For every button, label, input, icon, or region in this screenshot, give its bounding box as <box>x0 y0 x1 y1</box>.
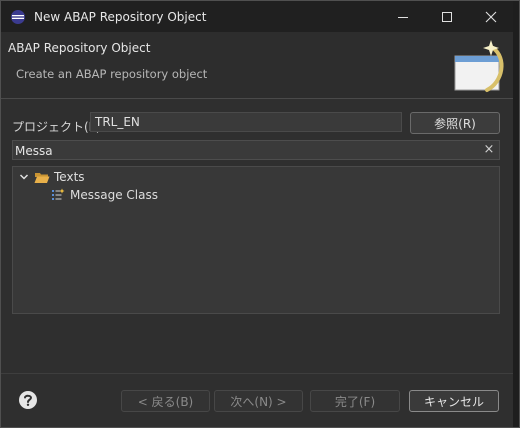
project-field[interactable]: TRL_EN <box>90 112 402 132</box>
help-icon[interactable] <box>18 390 38 410</box>
wizard-banner-icon <box>454 40 504 92</box>
browse-button[interactable]: 参照(R) <box>410 112 500 134</box>
header-description: Create an ABAP repository object <box>16 67 208 81</box>
cancel-button[interactable]: キャンセル <box>409 390 499 412</box>
eclipse-app-icon <box>10 9 26 25</box>
message-class-icon <box>50 188 66 202</box>
dialog-window: New ABAP Repository Object ABAP Reposito… <box>0 0 520 428</box>
minimize-button[interactable] <box>381 1 425 32</box>
object-type-tree[interactable]: Texts Message Class <box>12 166 500 314</box>
folder-open-icon <box>34 170 50 184</box>
clear-search-icon[interactable]: × <box>483 143 495 157</box>
tree-item-label: Texts <box>54 170 85 184</box>
header-separator <box>1 98 513 99</box>
tree-item-texts[interactable]: Texts <box>18 168 85 186</box>
tree-item-label: Message Class <box>70 188 158 202</box>
background-app-edge <box>513 1 519 427</box>
finish-button[interactable]: 完了(F) <box>310 390 400 412</box>
search-box[interactable]: × <box>12 140 500 161</box>
next-button[interactable]: 次へ(N) > <box>214 390 303 412</box>
tree-item-message-class[interactable]: Message Class <box>50 186 158 204</box>
close-button[interactable] <box>469 1 513 32</box>
window-title: New ABAP Repository Object <box>34 9 207 24</box>
maximize-button[interactable] <box>425 1 469 32</box>
title-bar[interactable]: New ABAP Repository Object <box>1 1 513 32</box>
back-button[interactable]: < 戻る(B) <box>121 390 210 412</box>
search-input[interactable] <box>13 141 477 161</box>
header-title: ABAP Repository Object <box>8 41 151 55</box>
wizard-header: ABAP Repository Object Create an ABAP re… <box>1 32 513 99</box>
chevron-down-icon[interactable] <box>18 171 30 183</box>
footer-separator <box>1 373 513 374</box>
